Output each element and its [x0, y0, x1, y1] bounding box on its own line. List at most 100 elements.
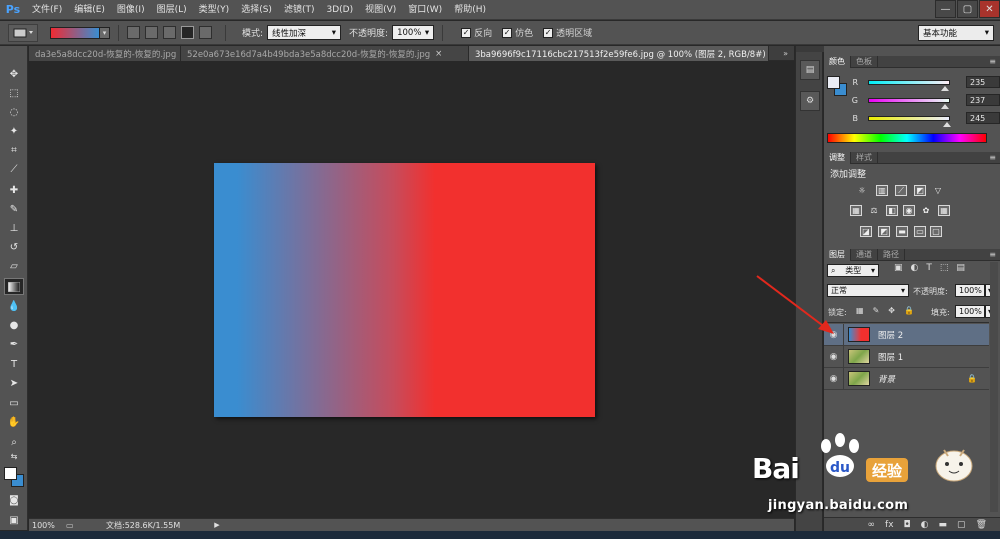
lasso-tool-icon[interactable]: ◌	[4, 104, 24, 121]
type-tool-icon[interactable]: T	[4, 356, 24, 373]
crop-tool-icon[interactable]: ⌗	[4, 142, 24, 159]
tab-styles[interactable]: 样式	[851, 151, 878, 164]
tab-adjustments[interactable]: 调整	[824, 151, 851, 164]
color-spectrum-bar[interactable]	[827, 133, 987, 143]
tab-overflow-icon[interactable]: »	[783, 46, 794, 60]
layers-scrollbar[interactable]	[990, 262, 998, 512]
status-info-icon[interactable]: ▭	[66, 521, 106, 530]
color-panel-foreground-swatch[interactable]	[827, 76, 840, 89]
green-value[interactable]: 237	[966, 94, 1000, 106]
lock-transparency-icon[interactable]: ▦	[856, 306, 864, 315]
new-adjustment-icon[interactable]: ◐	[921, 520, 929, 530]
mode-select[interactable]: 线性加深 ▾	[267, 25, 342, 40]
posterize-adjust-icon[interactable]: ◩	[878, 226, 890, 237]
delete-layer-icon[interactable]: 🗑	[976, 520, 987, 530]
path-selection-tool-icon[interactable]: ➤	[4, 375, 24, 392]
slider-thumb-icon[interactable]	[943, 121, 951, 127]
layer-row-layer2[interactable]: ◉ 图层 2	[824, 323, 989, 346]
red-value[interactable]: 235	[966, 76, 1000, 88]
panel-menu-icon[interactable]: ≡	[989, 57, 996, 66]
menu-file[interactable]: 文件(F)	[26, 0, 68, 20]
slider-thumb-icon[interactable]	[941, 85, 949, 91]
dither-checkbox[interactable]: ✓ 仿色	[502, 26, 533, 39]
gradient-map-adjust-icon[interactable]: ▭	[914, 226, 926, 237]
screen-mode-icon[interactable]: ▣	[4, 512, 24, 529]
swap-colors-icon[interactable]: ⇆	[4, 450, 24, 462]
tab-document-1[interactable]: da3e5a8dcc20d-恢复的-恢复的.jpg ×	[29, 46, 181, 61]
tab-paths[interactable]: 路径	[878, 248, 905, 261]
tab-document-2[interactable]: 52e0a673e16d7a4b49bda3e5a8dcc20d-恢复的-恢复的…	[181, 46, 469, 61]
photo-filter-adjust-icon[interactable]: ◉	[903, 205, 915, 216]
visibility-eye-icon[interactable]: ◉	[824, 345, 844, 368]
levels-adjust-icon[interactable]: ▥	[876, 185, 888, 196]
brightness-adjust-icon[interactable]: ☼	[856, 185, 868, 196]
marquee-tool-icon[interactable]: ⬚	[4, 85, 24, 102]
blend-mode-select[interactable]: 正常 ▾	[827, 284, 909, 297]
gradient-tool-icon[interactable]	[4, 278, 24, 295]
add-mask-icon[interactable]: ◘	[904, 520, 911, 530]
diamond-gradient-button[interactable]	[199, 26, 212, 39]
type-filter-icon[interactable]: T	[926, 263, 932, 273]
radial-gradient-button[interactable]	[145, 26, 158, 39]
blue-value[interactable]: 245	[966, 112, 1000, 124]
hand-tool-icon[interactable]: ✋	[4, 414, 24, 431]
menu-window[interactable]: 窗口(W)	[402, 0, 448, 20]
close-icon[interactable]: ×	[435, 49, 442, 59]
opacity-field[interactable]: 100% ▾	[392, 25, 435, 40]
panel-menu-icon[interactable]: ≡	[989, 250, 996, 259]
layer-row-background[interactable]: ◉ 背景 🔒	[824, 367, 989, 390]
magic-wand-tool-icon[interactable]: ✦	[4, 123, 24, 140]
panel-menu-icon[interactable]: ≡	[989, 153, 996, 162]
dodge-tool-icon[interactable]: ●	[4, 317, 24, 334]
selective-color-adjust-icon[interactable]: ▢	[930, 226, 942, 237]
tab-channels[interactable]: 通道	[851, 248, 878, 261]
invert-adjust-icon[interactable]: ◪	[860, 226, 872, 237]
minimize-button[interactable]: —	[935, 0, 956, 18]
threshold-adjust-icon[interactable]: ▬	[896, 226, 908, 237]
menu-filter[interactable]: 滤镜(T)	[278, 0, 321, 20]
green-slider[interactable]	[868, 97, 950, 109]
foreground-color-swatch[interactable]	[4, 467, 17, 480]
gradient-dropdown-icon[interactable]: ▾	[100, 26, 110, 39]
layer-filter-select[interactable]: ⌕ 类型 ▾	[827, 264, 879, 277]
tab-color[interactable]: 颜色	[824, 55, 851, 68]
healing-brush-tool-icon[interactable]: ✚	[4, 182, 24, 199]
hue-saturation-adjust-icon[interactable]: ▦	[850, 205, 862, 216]
red-slider[interactable]	[868, 79, 950, 91]
tab-swatches[interactable]: 色板	[851, 55, 878, 68]
lock-all-icon[interactable]: 🔒	[904, 306, 914, 315]
new-group-icon[interactable]: ▬	[939, 520, 948, 530]
transparency-checkbox[interactable]: ✓ 透明区域	[543, 26, 592, 39]
gradient-picker[interactable]	[50, 26, 100, 39]
clone-stamp-tool-icon[interactable]: ⊥	[4, 220, 24, 237]
history-panel-icon[interactable]: ▤	[800, 60, 820, 80]
layer-style-icon[interactable]: fx	[885, 520, 894, 530]
angle-gradient-button[interactable]	[163, 26, 176, 39]
tab-document-3[interactable]: 3ba9696f9c17116cbc217513f2e59fe6.jpg @ 1…	[469, 46, 769, 61]
menu-image[interactable]: 图像(I)	[111, 0, 151, 20]
rectangle-tool-icon[interactable]: ▭	[4, 395, 24, 412]
channel-mixer-adjust-icon[interactable]: ✿	[920, 205, 932, 216]
tool-preset-picker[interactable]	[8, 23, 38, 42]
lock-position-icon[interactable]: ✥	[888, 306, 895, 315]
status-menu-icon[interactable]: ▶	[214, 521, 219, 529]
blue-slider[interactable]	[868, 115, 951, 127]
black-white-adjust-icon[interactable]: ◧	[886, 205, 898, 216]
adjustment-filter-icon[interactable]: ◐	[911, 263, 919, 273]
visibility-eye-icon[interactable]: ◉	[824, 323, 844, 346]
linear-gradient-button[interactable]	[127, 26, 140, 39]
smart-object-filter-icon[interactable]: ▤	[956, 263, 965, 273]
slider-thumb-icon[interactable]	[941, 103, 949, 109]
lock-image-icon[interactable]: ✎	[873, 306, 880, 315]
vibrance-adjust-icon[interactable]: ▽	[932, 185, 944, 196]
menu-edit[interactable]: 编辑(E)	[68, 0, 111, 20]
workspace-select[interactable]: 基本功能 ▾	[918, 25, 994, 41]
close-button[interactable]: ✕	[979, 0, 1000, 18]
pen-tool-icon[interactable]: ✒	[4, 336, 24, 353]
color-lookup-adjust-icon[interactable]: ▦	[938, 205, 950, 216]
pixel-filter-icon[interactable]: ▣	[894, 263, 903, 273]
tab-layers[interactable]: 图层	[824, 248, 851, 261]
brush-tool-icon[interactable]: ✎	[4, 201, 24, 218]
menu-3d[interactable]: 3D(D)	[320, 0, 359, 20]
visibility-eye-icon[interactable]: ◉	[824, 367, 844, 390]
